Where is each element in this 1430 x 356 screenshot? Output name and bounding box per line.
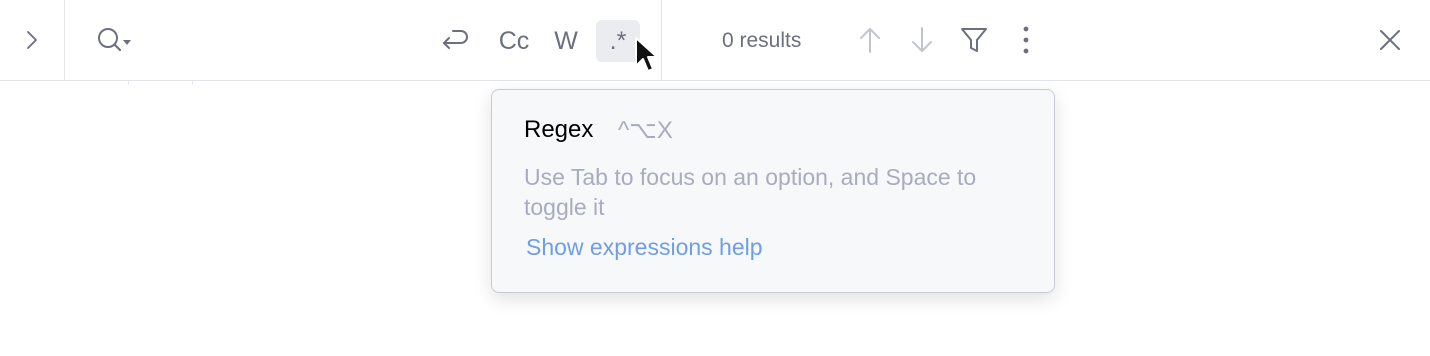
word-wrap-icon[interactable] [438, 24, 470, 56]
results-count: 0 results [722, 29, 802, 52]
close-icon[interactable] [1374, 24, 1406, 56]
more-vertical-icon[interactable] [1012, 24, 1040, 56]
show-expressions-help-link[interactable]: Show expressions help [526, 234, 763, 261]
tooltip-title: Regex [524, 116, 594, 143]
whole-words-label: W [554, 26, 578, 55]
tooltip-shortcut: ^⌥X [618, 117, 673, 144]
regex-tooltip: Regex ^⌥X Use Tab to focus on an option,… [491, 89, 1055, 293]
mouse-pointer-icon [632, 36, 660, 76]
match-case-label: Cc [498, 26, 530, 55]
search-history-icon[interactable] [94, 24, 134, 56]
arrow-down-icon[interactable] [908, 24, 936, 56]
column-marker [128, 81, 129, 85]
tooltip-description: Use Tab to focus on an option, and Space… [524, 164, 977, 220]
divider [661, 0, 662, 80]
arrow-up-icon[interactable] [856, 24, 884, 56]
divider [64, 0, 65, 80]
regex-label: .* [609, 26, 627, 55]
column-marker [192, 81, 193, 85]
whole-words-toggle[interactable]: W [546, 20, 586, 62]
find-toolbar: Cc W .* 0 results [0, 0, 1430, 81]
filter-icon[interactable] [958, 24, 990, 56]
chevron-right-icon[interactable] [20, 26, 44, 54]
match-case-toggle[interactable]: Cc [492, 20, 536, 62]
